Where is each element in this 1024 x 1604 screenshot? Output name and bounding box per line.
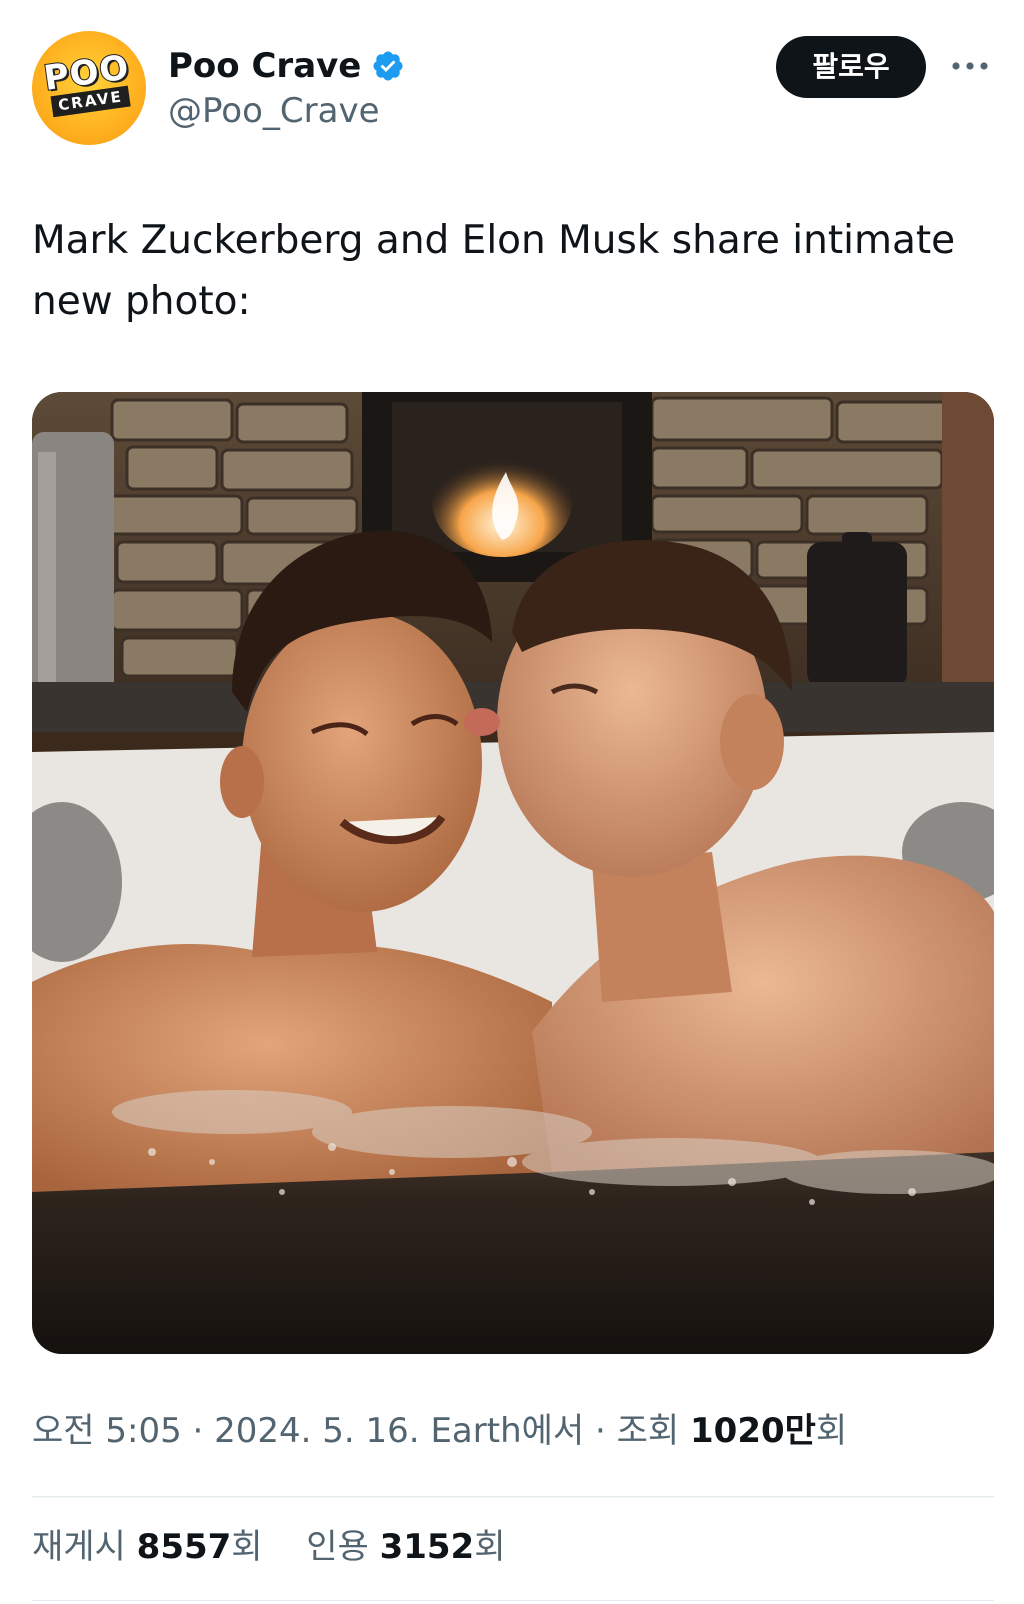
retweets-label: 재게시	[32, 1527, 126, 1567]
tweet-date[interactable]: 2024. 5. 16.	[214, 1411, 419, 1451]
quotes-suffix: 회	[474, 1527, 506, 1567]
divider-bottom	[32, 1600, 994, 1601]
quotes-stat[interactable]: 인용 3152회	[306, 1527, 505, 1567]
meta-separator-2: ·	[584, 1411, 617, 1451]
name-row: Poo Crave	[168, 44, 405, 88]
quotes-label: 인용	[306, 1527, 369, 1567]
tweet-header: POO CRAVE Poo Crave @Poo_Crave 팔로우	[0, 0, 1024, 160]
tweet-stats: 재게시 8557회 인용 3152회	[32, 1524, 506, 1570]
views-suffix: 회	[815, 1411, 848, 1451]
views-count[interactable]: 1020만	[690, 1411, 816, 1451]
retweets-count: 8557	[136, 1527, 232, 1567]
tweet-photo[interactable]	[32, 392, 994, 1354]
quotes-count: 3152	[379, 1527, 475, 1567]
retweets-stat[interactable]: 재게시 8557회	[32, 1527, 273, 1567]
divider	[32, 1496, 994, 1498]
user-handle[interactable]: @Poo_Crave	[168, 90, 380, 132]
tweet-location: Earth에서	[430, 1411, 585, 1451]
meta-separator: ·	[181, 1411, 215, 1451]
avatar[interactable]: POO CRAVE	[32, 31, 146, 145]
display-name[interactable]: Poo Crave	[168, 44, 361, 88]
tweet-text: Mark Zuckerberg and Elon Musk share inti…	[32, 218, 956, 324]
verified-badge-icon[interactable]	[371, 49, 405, 83]
tweet-time[interactable]: 오전 5:05	[32, 1411, 182, 1451]
avatar-logo: POO CRAVE	[38, 46, 141, 131]
follow-button[interactable]: 팔로우	[776, 36, 926, 98]
photo-illustration	[32, 392, 994, 1354]
retweets-suffix: 회	[231, 1527, 263, 1567]
more-horizontal-icon[interactable]	[950, 50, 990, 82]
views-label: 조회	[616, 1411, 680, 1451]
tweet-meta: 오전 5:05 · 2024. 5. 16. Earth에서 · 조회 1020…	[32, 1408, 847, 1454]
